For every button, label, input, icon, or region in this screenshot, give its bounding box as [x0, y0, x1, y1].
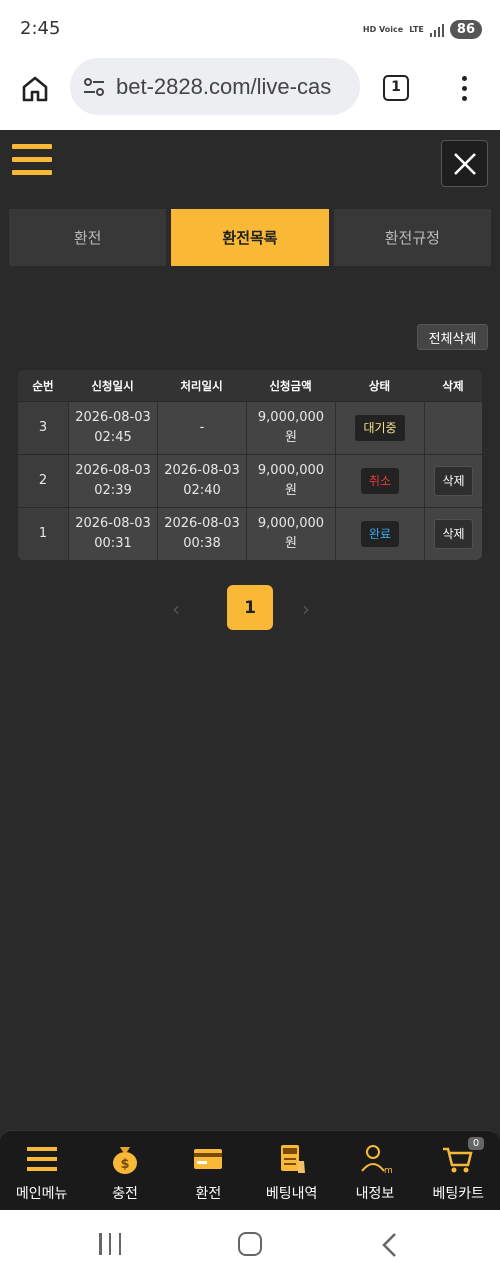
cell-delete: 삭제 [424, 455, 482, 507]
lte-icon: LTE [409, 24, 424, 34]
money-bag-icon: $ [112, 1147, 137, 1174]
status-badge: 취소 [360, 468, 400, 494]
cart-icon-wrap: 0 [440, 1137, 485, 1175]
home-button-icon[interactable] [238, 1232, 262, 1256]
cell-requested: 2026-08-03 02:45 [68, 402, 157, 454]
home-icon[interactable] [20, 74, 50, 104]
tab-exchange-rules[interactable]: 환전규정 [333, 209, 491, 266]
tab-exchange-list[interactable]: 환전목록 [171, 209, 329, 266]
svg-text:my: my [384, 1166, 393, 1175]
table-row: 2 2026-08-03 02:39 2026-08-03 02:40 9,00… [18, 454, 482, 507]
cell-status: 취소 [335, 455, 424, 507]
bottom-nav: 메인메뉴 $ 충전 환전 베팅내역 my 내정보 [0, 1130, 500, 1210]
cell-status: 완료 [335, 508, 424, 560]
app-content: 환전 환전목록 환전규정 전체삭제 순번 신청일시 처리일시 신청금액 상태 삭… [0, 130, 500, 1130]
nav-label: 메인메뉴 [15, 1186, 68, 1202]
status-icons: HD Voice LTE 86 [363, 20, 482, 39]
table-header: 순번 신청일시 처리일시 신청금액 상태 삭제 [18, 370, 482, 401]
page-button-current[interactable]: 1 [227, 585, 273, 630]
delete-row-button[interactable]: 삭제 [434, 466, 473, 496]
recent-apps-icon[interactable] [99, 1233, 121, 1255]
header-no: 순번 [32, 378, 54, 393]
user-icon: my [361, 1145, 393, 1175]
menu-icon [26, 1147, 57, 1171]
cell-no: 2 [18, 455, 68, 507]
nav-label: 환전 [195, 1186, 222, 1202]
system-nav-bar [0, 1210, 500, 1280]
exchange-tabs: 환전 환전목록 환전규정 [9, 209, 491, 266]
nav-label: 충전 [112, 1186, 138, 1202]
status-bar: 2:45 HD Voice LTE 86 [0, 0, 500, 60]
bet-slip-icon [280, 1145, 305, 1173]
url-text[interactable]: bet-2828.com/live-cas [116, 74, 356, 100]
next-page-button[interactable]: › [302, 597, 310, 621]
status-badge: 대기중 [355, 415, 405, 441]
browser-toolbar: bet-2828.com/live-cas 1 [0, 58, 500, 190]
cell-amount: 9,000,000원 [246, 402, 335, 454]
cell-no: 3 [18, 402, 68, 454]
delete-all-button[interactable]: 전체삭제 [417, 324, 488, 350]
close-button[interactable] [441, 140, 488, 187]
prev-page-button[interactable]: ‹ [172, 597, 180, 621]
status-badge: 완료 [360, 521, 400, 547]
back-icon[interactable] [380, 1232, 400, 1258]
nav-label: 베팅내역 [265, 1186, 318, 1202]
nav-label: 내정보 [355, 1186, 395, 1202]
status-time: 2:45 [20, 18, 61, 39]
tab-switcher-button[interactable]: 1 [383, 75, 409, 101]
header-processed: 처리일시 [180, 378, 223, 393]
hamburger-menu-icon[interactable] [12, 144, 52, 180]
cell-no: 1 [18, 508, 68, 560]
cell-requested: 2026-08-03 02:39 [68, 455, 157, 507]
nav-my-info[interactable]: my 내정보 [333, 1131, 416, 1210]
cell-status: 대기중 [335, 402, 424, 454]
cell-processed: 2026-08-03 00:38 [157, 508, 246, 560]
table-row: 1 2026-08-03 00:31 2026-08-03 00:38 9,00… [18, 507, 482, 560]
cell-amount: 9,000,000원 [246, 455, 335, 507]
cell-amount: 9,000,000원 [246, 508, 335, 560]
cell-processed: - [157, 402, 246, 454]
tab-exchange[interactable]: 환전 [9, 209, 167, 266]
more-options-icon[interactable] [460, 76, 468, 102]
nav-bet-history[interactable]: 베팅내역 [250, 1131, 333, 1210]
site-settings-icon[interactable] [82, 76, 106, 98]
table-row: 3 2026-08-03 02:45 - 9,000,000원 대기중 [18, 401, 482, 454]
battery-icon: 86 [449, 20, 482, 39]
nav-label: 베팅카트 [432, 1186, 485, 1202]
header-requested: 신청일시 [91, 378, 134, 393]
pagination: ‹ 1 › [0, 585, 500, 630]
cart-count-badge: 0 [467, 1137, 485, 1150]
delete-row-button[interactable]: 삭제 [434, 519, 473, 549]
nav-main-menu[interactable]: 메인메뉴 [0, 1131, 83, 1210]
hd-voice-icon: HD Voice [362, 25, 404, 34]
header-status: 상태 [368, 378, 391, 393]
cell-processed: 2026-08-03 02:40 [157, 455, 246, 507]
nav-bet-cart[interactable]: 0 베팅카트 [417, 1131, 500, 1210]
nav-charge[interactable]: $ 충전 [83, 1131, 166, 1210]
header-amount: 신청금액 [269, 378, 312, 393]
svg-text:$: $ [120, 1157, 129, 1172]
nav-exchange[interactable]: 환전 [167, 1131, 250, 1210]
cell-delete: 삭제 [424, 508, 482, 560]
exchange-table: 순번 신청일시 처리일시 신청금액 상태 삭제 3 2026-08-03 02:… [18, 370, 482, 560]
cell-requested: 2026-08-03 00:31 [68, 508, 157, 560]
header-delete: 삭제 [442, 378, 464, 393]
address-bar[interactable]: bet-2828.com/live-cas [70, 58, 360, 115]
close-icon [454, 153, 476, 175]
card-icon [194, 1149, 223, 1169]
cell-delete [424, 402, 482, 454]
signal-icon [429, 23, 444, 37]
